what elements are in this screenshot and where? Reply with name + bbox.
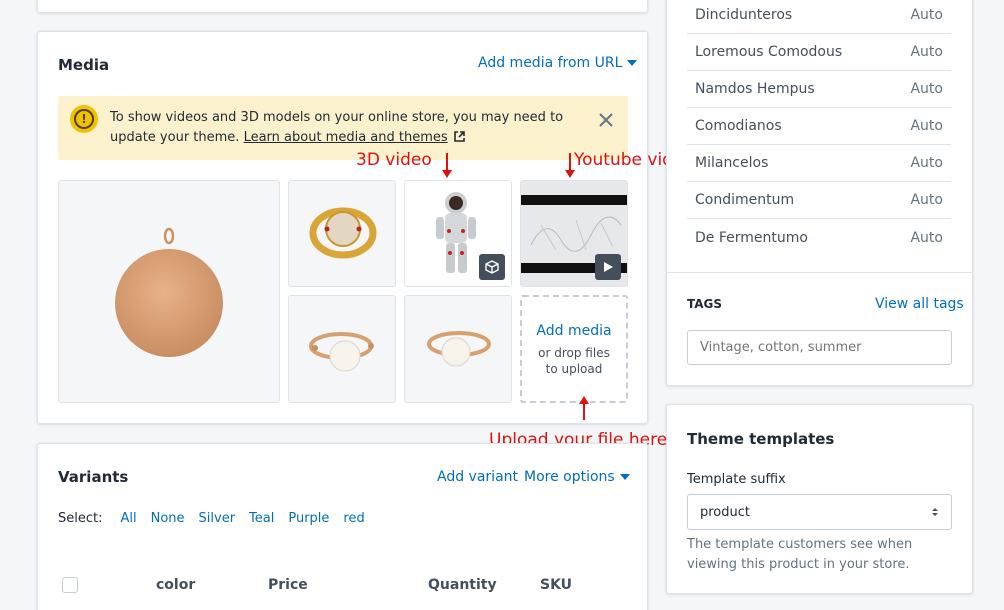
channel-name: Loremous Comodous [695,44,843,60]
media-item-3d-model[interactable] [404,180,512,287]
media-item-ring-2[interactable] [288,295,396,403]
column-quantity: Quantity [428,577,497,593]
media-item-youtube-video[interactable] [520,180,628,287]
add-variant-button[interactable]: Add variant [437,469,518,485]
filter-none[interactable]: None [151,511,185,526]
channel-row: Comodianos Auto [687,108,951,145]
theme-title: Theme templates [687,430,835,448]
column-sku: SKU [540,577,573,593]
filter-all[interactable]: All [120,511,136,526]
annotation-arrow-upload [579,396,589,420]
template-suffix-select[interactable]: product [687,494,952,530]
add-media-label: Add media [536,323,612,339]
media-card: Media Add media from URL ! To show video… [37,31,648,424]
channel-name: Comodianos [695,118,782,134]
more-options-label: More options [524,469,615,485]
channel-status: Auto [910,81,943,97]
filter-silver[interactable]: Silver [199,511,236,526]
caret-down-icon [627,60,638,66]
sales-channels-card: Dincidunteros Auto Loremous Comodous Auto … [666,0,973,386]
close-icon [599,113,613,127]
media-item-featured[interactable] [58,180,280,403]
select-label: Select: [58,511,103,526]
channel-status: Auto [910,7,943,23]
template-suffix-label: Template suffix [687,472,786,487]
media-item-ring-3[interactable] [404,295,512,403]
select-arrows-icon [932,508,938,516]
external-link-icon [454,131,465,142]
channel-row: Loremous Comodous Auto [687,34,951,71]
filter-red[interactable]: red [343,511,364,526]
more-options-button[interactable]: More options [524,469,630,485]
variants-title: Variants [58,468,129,486]
select-all-checkbox[interactable] [62,577,78,593]
channel-name: Namdos Hempus [695,81,815,97]
cube-icon [485,260,499,274]
pearl-ring-image [427,331,491,367]
caret-down-icon [619,474,630,480]
channel-row: Dincidunteros Auto [687,0,951,34]
channel-name: Dincidunteros [695,7,793,23]
view-all-tags-link[interactable]: View all tags [875,296,964,312]
media-title: Media [58,56,110,74]
variants-card: Variants Add variant More options Select… [37,443,648,610]
channel-status: Auto [910,44,943,60]
video-badge [595,254,621,280]
signet-ring-image [309,207,377,259]
channel-row: De Fermentumo Auto [687,219,951,256]
annotation-arrow-youtube [565,153,575,178]
template-suffix-value: product [700,504,751,520]
close-banner-button[interactable] [596,110,616,130]
channel-status: Auto [910,229,943,246]
channel-row: Milancelos Auto [687,145,951,182]
video-frame-top-bar [521,195,627,205]
channel-name: De Fermentumo [695,229,808,246]
pendant-image [115,227,223,357]
drop-files-hint: or drop files to upload [538,346,610,376]
channel-status: Auto [910,118,943,134]
section-divider [667,272,972,273]
channel-name: Milancelos [695,155,769,171]
previous-card [37,0,648,13]
channel-status: Auto [910,155,943,171]
channel-row: Condimentum Auto [687,182,951,219]
filter-purple[interactable]: Purple [288,511,329,526]
play-icon [604,262,613,272]
learn-about-media-link[interactable]: Learn about media and themes [244,130,448,145]
column-color: color [156,577,196,593]
channel-name: Condimentum [695,192,795,208]
3d-model-badge [479,254,505,280]
theme-templates-card: Theme templates Template suffix product … [666,404,973,594]
add-media-from-url-button[interactable]: Add media from URL [478,55,638,71]
media-item-ring-1[interactable] [288,180,396,287]
annotation-3d-video: 3D video [356,150,432,170]
add-media-from-url-label: Add media from URL [478,55,623,71]
variant-select-row: Select: All None Silver Teal Purple red [58,511,379,526]
channel-row: Namdos Hempus Auto [687,71,951,108]
theme-warning-banner: ! To show videos and 3D models on your o… [58,96,628,160]
exclamation-icon: ! [70,105,98,133]
banner-text: To show videos and 3D models on your onl… [110,108,570,148]
banner-line-2: update your theme. [110,130,240,145]
column-price: Price [268,577,308,593]
channel-status: Auto [910,192,943,208]
banner-line-1: To show videos and 3D models on your onl… [110,110,564,125]
add-media-dropzone[interactable]: Add media or drop files to upload [520,295,628,403]
template-help-text: The template customers see when viewing … [687,537,913,572]
annotation-arrow-3d [442,153,452,178]
pearl-ring-image [309,332,374,372]
tags-label: TAGS [687,297,723,311]
tags-input[interactable] [687,330,952,365]
filter-teal[interactable]: Teal [249,511,274,526]
